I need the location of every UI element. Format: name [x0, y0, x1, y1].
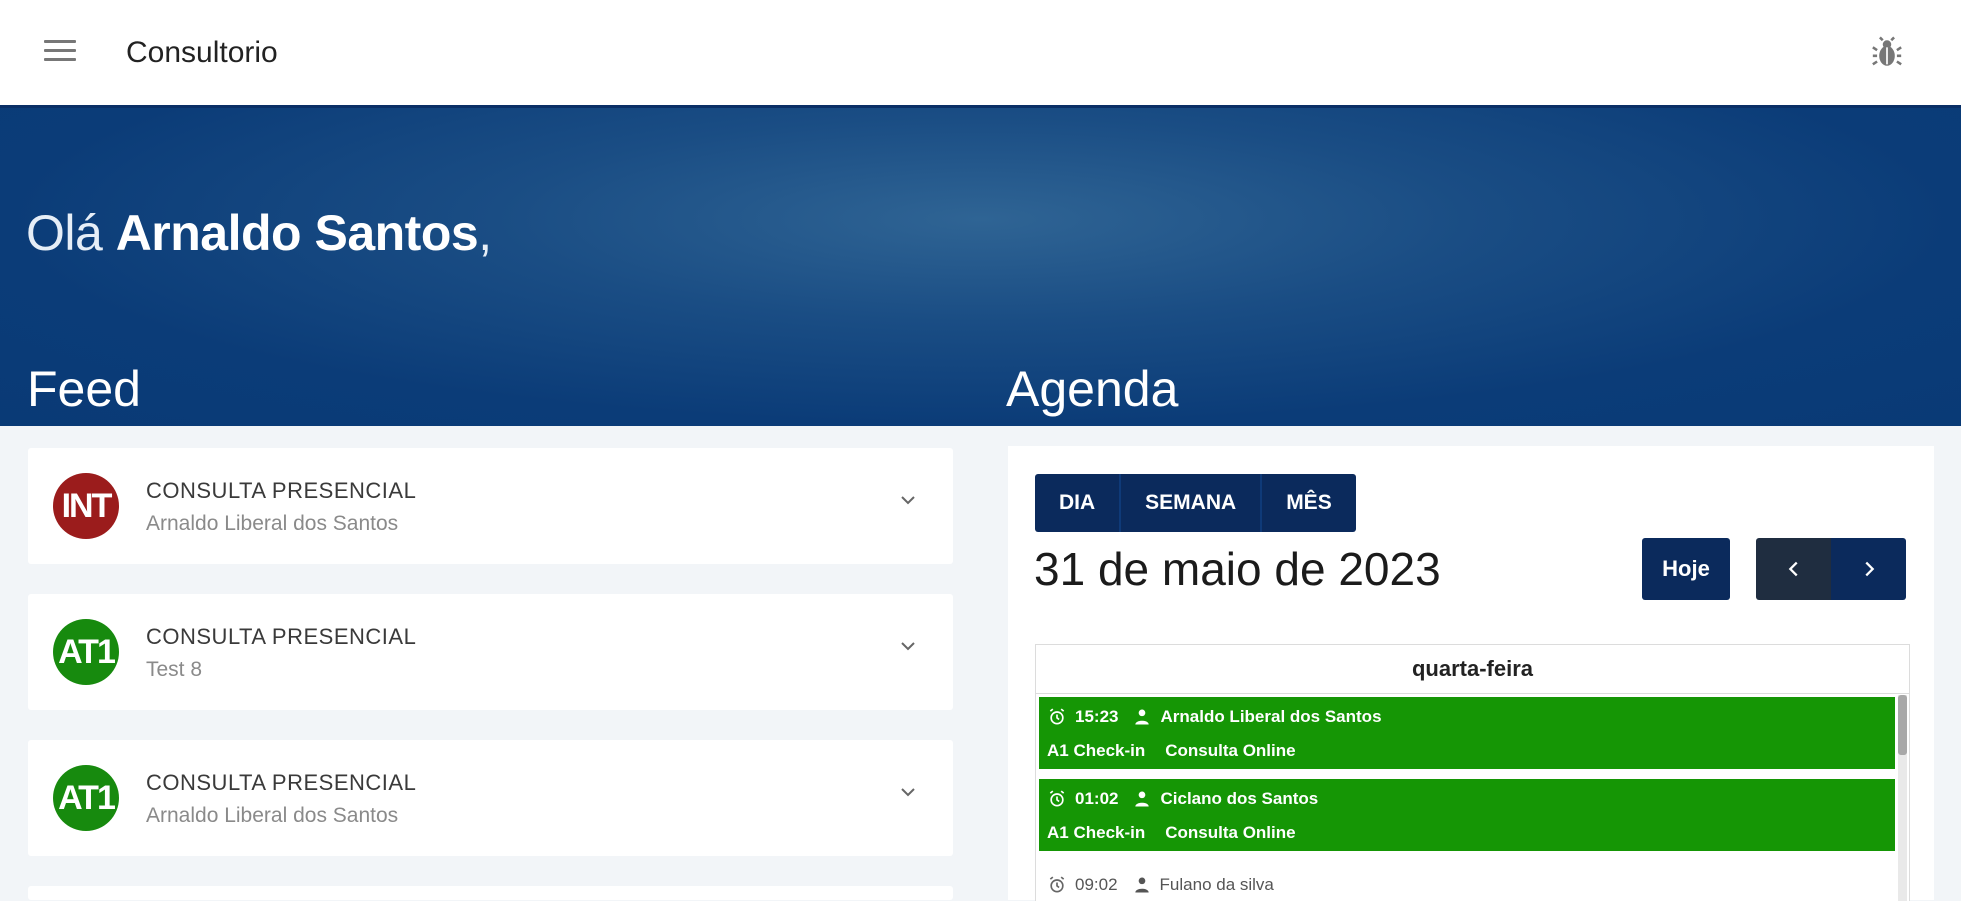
event-status: A1 Check-in: [1047, 741, 1146, 760]
feed-card[interactable]: [28, 886, 953, 900]
app-title: Consultorio: [126, 36, 278, 69]
calendar-view-tabs: DIA SEMANA MÊS: [1035, 474, 1356, 532]
feed-card-type: CONSULTA PRESENCIAL: [146, 624, 417, 649]
alarm-clock-icon: [1049, 708, 1065, 725]
avatar: INT: [53, 473, 119, 539]
event-time: 15:23: [1075, 707, 1119, 726]
schedule-scrollbar[interactable]: [1898, 695, 1907, 901]
person-icon: [1135, 791, 1150, 807]
event-status: A1 Check-in: [1047, 823, 1146, 842]
top-app-bar: Consultorio: [0, 0, 1961, 108]
previous-button[interactable]: [1756, 538, 1831, 600]
person-icon: [1135, 709, 1150, 725]
greeting-user-name: Arnaldo Santos: [115, 205, 479, 261]
alarm-clock-icon: [1049, 790, 1065, 807]
avatar: AT1: [53, 765, 119, 831]
feed-card-type: CONSULTA PRESENCIAL: [146, 770, 417, 795]
agenda-panel: DIA SEMANA MÊS 31 de maio de 2023 Hoje q…: [1008, 446, 1934, 901]
feed-card-patient: Test 8: [146, 658, 203, 681]
chevron-left-icon: [1788, 561, 1798, 577]
event-type: Consulta Online: [1165, 741, 1296, 760]
calendar-date-title: 31 de maio de 2023: [1034, 543, 1441, 595]
today-button[interactable]: Hoje: [1642, 538, 1730, 600]
event-person: Arnaldo Liberal dos Santos: [1160, 707, 1382, 726]
scrollbar-thumb[interactable]: [1898, 695, 1907, 755]
greeting: Olá Arnaldo Santos,: [26, 204, 492, 262]
tab-month[interactable]: MÊS: [1262, 474, 1356, 532]
event-person: Ciclano dos Santos: [1160, 789, 1319, 808]
calendar-event[interactable]: 15:23 Arnaldo Liberal dos Santos A1 Chec…: [1039, 697, 1895, 769]
calendar-event[interactable]: 09:02 Fulano da silva: [1039, 871, 1895, 901]
chevron-right-icon: [1864, 561, 1874, 577]
chevron-down-icon[interactable]: [896, 634, 920, 658]
avatar: AT1: [53, 619, 119, 685]
feed-card-type: CONSULTA PRESENCIAL: [146, 478, 417, 503]
event-time: 09:02: [1075, 875, 1118, 894]
day-schedule: quarta-feira 15:23 Arnaldo Liberal dos S…: [1035, 644, 1910, 901]
hero-banner: Olá Arnaldo Santos, Feed Agenda: [0, 108, 1961, 426]
event-time: 01:02: [1075, 789, 1119, 808]
agenda-section-title: Agenda: [1006, 361, 1179, 417]
feed-card[interactable]: AT1 CONSULTA PRESENCIAL Arnaldo Liberal …: [28, 740, 953, 856]
chevron-down-icon[interactable]: [896, 780, 920, 804]
alarm-clock-icon: [1049, 876, 1065, 893]
menu-icon[interactable]: [44, 40, 76, 64]
tab-day[interactable]: DIA: [1035, 474, 1122, 532]
person-icon: [1134, 877, 1149, 893]
feed-card[interactable]: AT1 CONSULTA PRESENCIAL Test 8: [28, 594, 953, 710]
calendar-event[interactable]: 01:02 Ciclano dos Santos A1 Check-in Con…: [1039, 779, 1895, 851]
greeting-suffix: ,: [478, 205, 492, 261]
bug-icon[interactable]: [1870, 36, 1904, 70]
tab-week[interactable]: SEMANA: [1121, 474, 1263, 532]
weekday-header: quarta-feira: [1036, 645, 1909, 694]
feed-card[interactable]: INT CONSULTA PRESENCIAL Arnaldo Liberal …: [28, 448, 953, 564]
feed-card-patient: Arnaldo Liberal dos Santos: [146, 804, 399, 827]
date-navigation: [1756, 538, 1906, 600]
event-type: Consulta Online: [1165, 823, 1296, 842]
chevron-down-icon[interactable]: [896, 488, 920, 512]
feed-section-title: Feed: [27, 361, 141, 417]
greeting-prefix: Olá: [26, 205, 116, 261]
next-button[interactable]: [1831, 538, 1906, 600]
event-person: Fulano da silva: [1159, 875, 1274, 894]
feed-card-patient: Arnaldo Liberal dos Santos: [146, 512, 399, 535]
